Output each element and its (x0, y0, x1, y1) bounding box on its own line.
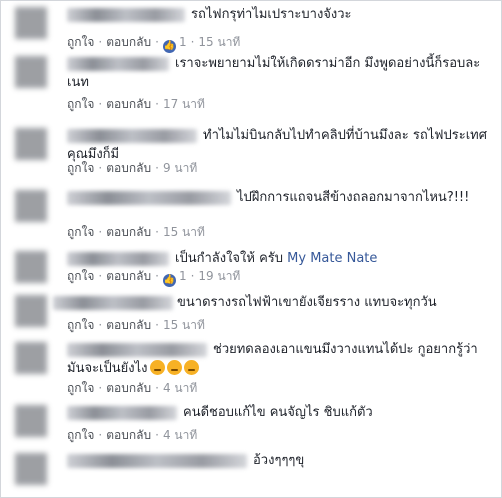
timestamp[interactable]: 19 นาที (198, 269, 240, 283)
comment-actions: ถูกใจ · ตอบกลับ · 9 นาที (67, 161, 198, 175)
avatar[interactable] (15, 453, 47, 485)
comment-actions: ถูกใจ · ตอบกลับ · 15 นาที (67, 318, 205, 332)
avatar[interactable] (15, 251, 47, 283)
timestamp[interactable]: 15 นาที (198, 35, 240, 49)
timestamp[interactable]: 9 นาที (163, 161, 197, 175)
reply-link[interactable]: ตอบกลับ (106, 97, 151, 111)
comment-actions: ถูกใจ · ตอบกลับ · 👍 1 · 15 นาที (67, 35, 241, 53)
like-link[interactable]: ถูกใจ (67, 428, 94, 442)
avatar[interactable] (15, 7, 47, 39)
comment-actions: ถูกใจ · ตอบกลับ · 👍 1 · 19 นาที (67, 269, 241, 287)
reply-link[interactable]: ตอบกลับ (106, 318, 151, 332)
avatar[interactable] (15, 342, 47, 374)
timestamp[interactable]: 15 นาที (163, 225, 205, 239)
timestamp[interactable]: 4 นาที (163, 381, 197, 395)
reply-link[interactable]: ตอบกลับ (106, 381, 151, 395)
avatar[interactable] (15, 128, 47, 160)
timestamp[interactable]: 17 นาที (163, 97, 205, 111)
like-link[interactable]: ถูกใจ (67, 35, 94, 49)
comment-actions: ถูกใจ · ตอบกลับ · 15 นาที (67, 225, 205, 239)
reply-link[interactable]: ตอบกลับ (106, 161, 151, 175)
like-count[interactable]: 1 (179, 35, 187, 49)
avatar[interactable] (15, 190, 47, 222)
reply-link[interactable]: ตอบกลับ (106, 269, 151, 283)
comment-thread: รถไฟกรุท่าไมเปราะบางจังวะ ถูกใจ · ตอบกลับ ·… (0, 0, 502, 498)
timestamp[interactable]: 15 นาที (163, 318, 205, 332)
angry-emoji-icon (149, 360, 165, 375)
reply-link[interactable]: ตอบกลับ (106, 428, 151, 442)
like-link[interactable]: ถูกใจ (67, 225, 94, 239)
comment-actions: ถูกใจ · ตอบกลับ · 4 นาที (67, 428, 198, 442)
avatar[interactable] (15, 56, 47, 88)
angry-emoji-icon (183, 360, 199, 375)
comment-text: รถไฟกรุท่าไมเปราะบางจังวะ (191, 7, 352, 22)
avatar[interactable] (15, 405, 47, 437)
comment-text: ช่วยทดลองเอาแขนมึงวางแทนได้ปะ กูอยากรู้ว… (67, 342, 478, 376)
timestamp[interactable]: 4 นาที (163, 428, 197, 442)
like-count[interactable]: 1 (179, 269, 187, 283)
like-link[interactable]: ถูกใจ (67, 161, 94, 175)
avatar[interactable] (15, 295, 47, 327)
comment-actions: ถูกใจ · ตอบกลับ · 17 นาที (67, 97, 205, 111)
comment-text: ไปฝึกการแถจนสีข้างถลอกมาจากไหน?!!! (237, 190, 470, 205)
reply-link[interactable]: ตอบกลับ (106, 225, 151, 239)
comment-text: เป็นกำลังใจให้ ครับ My Mate Nate (175, 251, 378, 266)
comment-text: ทำไมไม่บินกลับไปทำคลิปที่บ้านมึงละ รถไฟป… (67, 128, 487, 162)
comment-text: อ้วงๆๆๆขุ (253, 453, 305, 468)
comment-text: ขนาดรางรถไฟฟ้าเขายังเจียรราง แทบจะทุกวัน (177, 295, 437, 310)
comment-text: เราจะพยายามไม่ให้เกิดดราม่าอีก มึงพูดอย่… (67, 56, 481, 90)
like-link[interactable]: ถูกใจ (67, 97, 94, 111)
mention-link[interactable]: My Mate Nate (287, 251, 377, 266)
reply-link[interactable]: ตอบกลับ (106, 35, 151, 49)
like-link[interactable]: ถูกใจ (67, 381, 94, 395)
angry-emoji-icon (166, 360, 182, 375)
like-link[interactable]: ถูกใจ (67, 318, 94, 332)
comment-text: คนดีชอบแก้ไข คนจัญไร ชิบแก้ตัว (183, 405, 373, 420)
like-icon: 👍 (162, 40, 176, 53)
comment-actions: ถูกใจ · ตอบกลับ · 4 นาที (67, 381, 198, 395)
like-icon: 👍 (162, 274, 176, 287)
like-link[interactable]: ถูกใจ (67, 269, 94, 283)
